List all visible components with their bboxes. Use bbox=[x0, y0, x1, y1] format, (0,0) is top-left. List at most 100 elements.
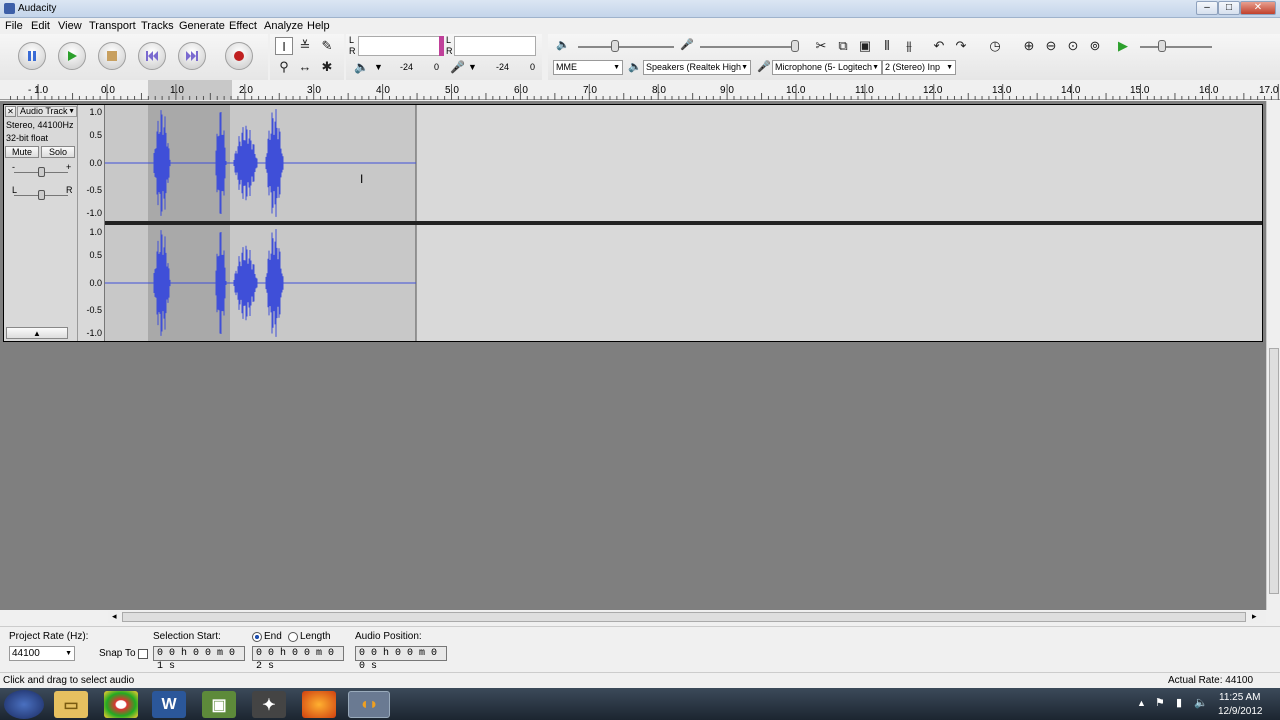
track-info-format: 32-bit float bbox=[6, 133, 49, 143]
record-button[interactable] bbox=[225, 42, 253, 70]
end-radio[interactable] bbox=[252, 632, 262, 642]
minimize-button[interactable]: – bbox=[1196, 1, 1218, 15]
length-radio[interactable] bbox=[288, 632, 298, 642]
output-device-select[interactable]: Speakers (Realtek High ▼ bbox=[643, 60, 751, 75]
horizontal-scroll-thumb[interactable] bbox=[122, 612, 1246, 622]
input-device-select[interactable]: Microphone (5- Logitech ▼ bbox=[772, 60, 882, 75]
snap-to-checkbox[interactable] bbox=[138, 649, 148, 659]
selection-tool-icon[interactable]: I bbox=[275, 37, 293, 55]
show-hidden-icons[interactable]: ▲ bbox=[1137, 698, 1146, 708]
timeline-ruler[interactable]: - 1.0 0.0 1.0 2.0 3.0 4.0 5.0 6.0 7.0 8.… bbox=[0, 80, 1280, 100]
track-name: Audio Track bbox=[20, 106, 68, 116]
mute-button[interactable]: Mute bbox=[5, 146, 39, 158]
scroll-right-icon[interactable]: ▸ bbox=[1252, 611, 1257, 622]
status-message: Click and drag to select audio bbox=[3, 675, 135, 686]
draw-tool-icon[interactable]: ✎ bbox=[318, 37, 336, 55]
playback-meter-dropdown[interactable]: ▼ bbox=[374, 62, 383, 72]
redo-icon[interactable]: ↷ bbox=[952, 37, 970, 55]
vruler-label: 0.0 bbox=[89, 278, 102, 288]
action-center-flag-icon[interactable]: ⚑ bbox=[1155, 696, 1165, 709]
menu-generate[interactable]: Generate bbox=[179, 19, 225, 33]
menu-edit[interactable]: Edit bbox=[31, 19, 50, 33]
word-taskbar-icon[interactable]: W bbox=[152, 691, 186, 718]
mixer-edit-toolbar: 🔈 🎤 ✂ ⧉ ▣ ⫴ ⫵ ↶ ↷ ◷ ⊕ ⊖ ⊙ ⊚ ▶ MME ▼ 🔈 Spe… bbox=[548, 34, 1280, 80]
speaker-icon[interactable]: 🔈 bbox=[354, 60, 369, 74]
menu-help[interactable]: Help bbox=[307, 19, 330, 33]
minecraft-taskbar-icon[interactable]: ▣ bbox=[202, 691, 236, 718]
input-volume-thumb[interactable] bbox=[791, 40, 799, 52]
undo-icon[interactable]: ↶ bbox=[930, 37, 948, 55]
track-close-button[interactable]: ✕ bbox=[5, 106, 16, 117]
menu-effect[interactable]: Effect bbox=[229, 19, 257, 33]
fit-selection-icon[interactable]: ⊙ bbox=[1064, 37, 1082, 55]
copy-icon[interactable]: ⧉ bbox=[834, 37, 852, 55]
play-at-speed-icon[interactable]: ▶ bbox=[1114, 37, 1132, 55]
pause-button[interactable] bbox=[18, 42, 46, 70]
menu-view[interactable]: View bbox=[58, 19, 82, 33]
explorer-taskbar-icon[interactable]: ▭ bbox=[54, 691, 88, 718]
cut-icon[interactable]: ✂ bbox=[812, 37, 830, 55]
stop-button[interactable] bbox=[98, 42, 126, 70]
input-channels-select[interactable]: 2 (Stereo) Inp ▼ bbox=[882, 60, 956, 75]
trim-icon[interactable]: ⫴ bbox=[878, 37, 896, 55]
project-rate-select[interactable]: 44100 ▼ bbox=[9, 646, 75, 661]
skip-to-start-button[interactable] bbox=[138, 42, 166, 70]
vertical-scroll-thumb[interactable] bbox=[1269, 348, 1279, 594]
track-name-menu[interactable]: Audio Track ▼ bbox=[17, 106, 77, 117]
close-button[interactable]: ✕ bbox=[1240, 1, 1276, 15]
horizontal-scrollbar[interactable]: ◂ ▸ bbox=[108, 611, 1266, 623]
project-rate-label: Project Rate (Hz): bbox=[9, 631, 89, 642]
play-speed-slider[interactable] bbox=[1140, 46, 1212, 48]
audio-position-field[interactable]: 0 0 h 0 0 m 0 0 s bbox=[355, 646, 447, 672]
zoom-in-icon[interactable]: ⊕ bbox=[1020, 37, 1038, 55]
track-info-rate: Stereo, 44100Hz bbox=[6, 120, 74, 130]
playback-meter[interactable] bbox=[358, 36, 440, 56]
clock-date[interactable]: 12/9/2012 bbox=[1218, 706, 1263, 717]
meter-scale-d: 0 bbox=[530, 62, 536, 72]
multi-tool-icon[interactable]: ✱ bbox=[318, 58, 336, 76]
audio-host-select[interactable]: MME ▼ bbox=[553, 60, 623, 75]
solo-button[interactable]: Solo bbox=[41, 146, 75, 158]
silence-icon[interactable]: ⫵ bbox=[900, 37, 918, 55]
vertical-scrollbar[interactable] bbox=[1266, 101, 1280, 610]
waveform-display[interactable]: I bbox=[105, 105, 1262, 341]
record-meter-dropdown[interactable]: ▼ bbox=[468, 62, 477, 72]
selection-end-field[interactable]: 0 0 h 0 0 m 0 2 s bbox=[252, 646, 344, 672]
microphone-icon[interactable]: 🎤 bbox=[450, 60, 465, 74]
menu-tracks[interactable]: Tracks bbox=[141, 19, 174, 33]
transport-toolbar bbox=[0, 34, 268, 80]
sync-lock-icon[interactable]: ◷ bbox=[986, 37, 1004, 55]
pan-slider-thumb[interactable] bbox=[38, 190, 45, 200]
play-button[interactable] bbox=[58, 42, 86, 70]
volume-icon[interactable]: 🔈 bbox=[1194, 696, 1208, 709]
firefox-taskbar-icon[interactable] bbox=[302, 691, 336, 718]
menu-analyze[interactable]: Analyze bbox=[264, 19, 303, 33]
chrome-taskbar-icon[interactable] bbox=[104, 691, 138, 718]
output-volume-slider[interactable] bbox=[578, 46, 674, 48]
maximize-button[interactable]: □ bbox=[1218, 1, 1240, 15]
play-speed-thumb[interactable] bbox=[1158, 40, 1166, 52]
pause-icon bbox=[28, 51, 36, 61]
vruler-label: 0.5 bbox=[89, 250, 102, 260]
scroll-left-icon[interactable]: ◂ bbox=[112, 611, 117, 622]
audacity-taskbar-icon[interactable]: ◖◗ bbox=[348, 691, 390, 718]
envelope-tool-icon[interactable]: ≚ bbox=[296, 37, 314, 55]
fit-project-icon[interactable]: ⊚ bbox=[1086, 37, 1104, 55]
menu-file[interactable]: File bbox=[5, 19, 23, 33]
menu-transport[interactable]: Transport bbox=[89, 19, 136, 33]
network-icon[interactable]: ▮ bbox=[1176, 696, 1182, 709]
zoom-tool-icon[interactable]: ⚲ bbox=[275, 58, 293, 76]
clock-time[interactable]: 11:25 AM bbox=[1219, 692, 1261, 703]
start-button[interactable] bbox=[4, 690, 44, 719]
collapse-track-button[interactable]: ▲ bbox=[6, 327, 68, 339]
input-volume-slider[interactable] bbox=[700, 46, 796, 48]
zoom-out-icon[interactable]: ⊖ bbox=[1042, 37, 1060, 55]
skip-to-end-button[interactable] bbox=[178, 42, 206, 70]
paste-icon[interactable]: ▣ bbox=[856, 37, 874, 55]
timeshift-tool-icon[interactable]: ↔ bbox=[296, 58, 314, 76]
selection-start-field[interactable]: 0 0 h 0 0 m 0 1 s bbox=[153, 646, 245, 672]
record-meter[interactable] bbox=[454, 36, 536, 56]
output-volume-thumb[interactable] bbox=[611, 40, 619, 52]
media-taskbar-icon[interactable]: ✦ bbox=[252, 691, 286, 718]
gain-slider-thumb[interactable] bbox=[38, 167, 45, 177]
